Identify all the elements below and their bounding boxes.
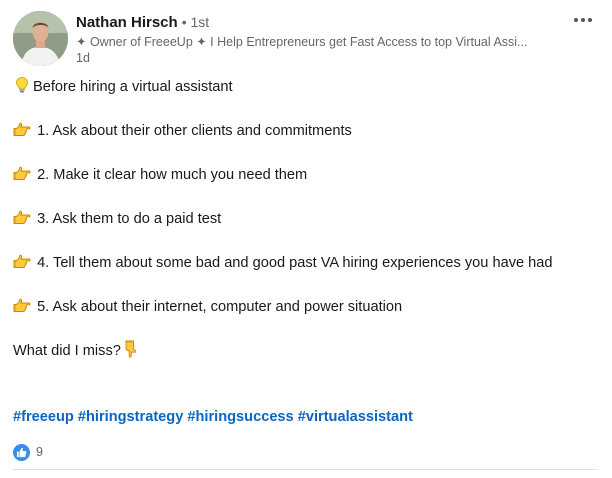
hashtag-link[interactable]: #virtualassistant [298,409,413,425]
post-hashtags: #freeeup #hiringstrategy #hiringsuccess … [13,406,413,428]
tip-line: 2. Make it clear how much you need them [13,164,603,186]
post-closing-text: What did I miss? [13,343,121,359]
pointing-hand-icon [13,120,31,138]
feed-post: Nathan Hirsch • 1st ✦ Owner of FreeeUp ✦… [0,0,612,478]
connection-degree: • 1st [181,14,210,30]
post-intro-text: Before hiring a virtual assistant [33,79,233,95]
more-dot-icon [574,18,578,22]
post-intro: Before hiring a virtual assistant [13,76,603,98]
reactions-summary[interactable]: 9 [13,442,43,462]
tip-text: 4. Tell them about some bad and good pas… [37,255,553,271]
tip-line: 4. Tell them about some bad and good pas… [13,252,603,274]
hashtag-link[interactable]: #hiringstrategy [78,409,183,425]
post-header: Nathan Hirsch • 1st ✦ Owner of FreeeUp ✦… [76,12,566,66]
pointing-hand-icon [13,164,31,182]
tip-line: 1. Ask about their other clients and com… [13,120,603,142]
tip-text: 5. Ask about their internet, computer an… [37,299,403,315]
more-options-button[interactable] [568,12,598,28]
post-closing: What did I miss? [13,340,603,362]
post-body: Before hiring a virtual assistant 1. Ask… [13,76,603,362]
more-dot-icon [588,18,592,22]
reaction-count: 9 [36,445,43,459]
more-dot-icon [581,18,585,22]
lightbulb-icon [13,76,31,94]
tip-text: 3. Ask them to do a paid test [37,211,222,227]
like-icon [13,443,30,461]
author-name[interactable]: Nathan Hirsch [76,13,178,33]
hashtag-link[interactable]: #freeeup [13,409,74,425]
post-timestamp[interactable]: 1d [76,51,566,66]
pointing-down-icon [121,340,139,358]
pointing-hand-icon [13,296,31,314]
tip-text: 2. Make it clear how much you need them [37,167,308,183]
tip-text: 1. Ask about their other clients and com… [37,123,352,139]
author-headline: ✦ Owner of FreeeUp ✦ I Help Entrepreneur… [76,35,528,49]
tip-line: 5. Ask about their internet, computer an… [13,296,603,318]
divider [13,469,598,470]
hashtag-link[interactable]: #hiringsuccess [187,409,293,425]
tip-line: 3. Ask them to do a paid test [13,208,603,230]
pointing-hand-icon [13,208,31,226]
pointing-hand-icon [13,252,31,270]
author-avatar[interactable] [13,11,68,66]
author-name-row: Nathan Hirsch • 1st [76,12,566,33]
